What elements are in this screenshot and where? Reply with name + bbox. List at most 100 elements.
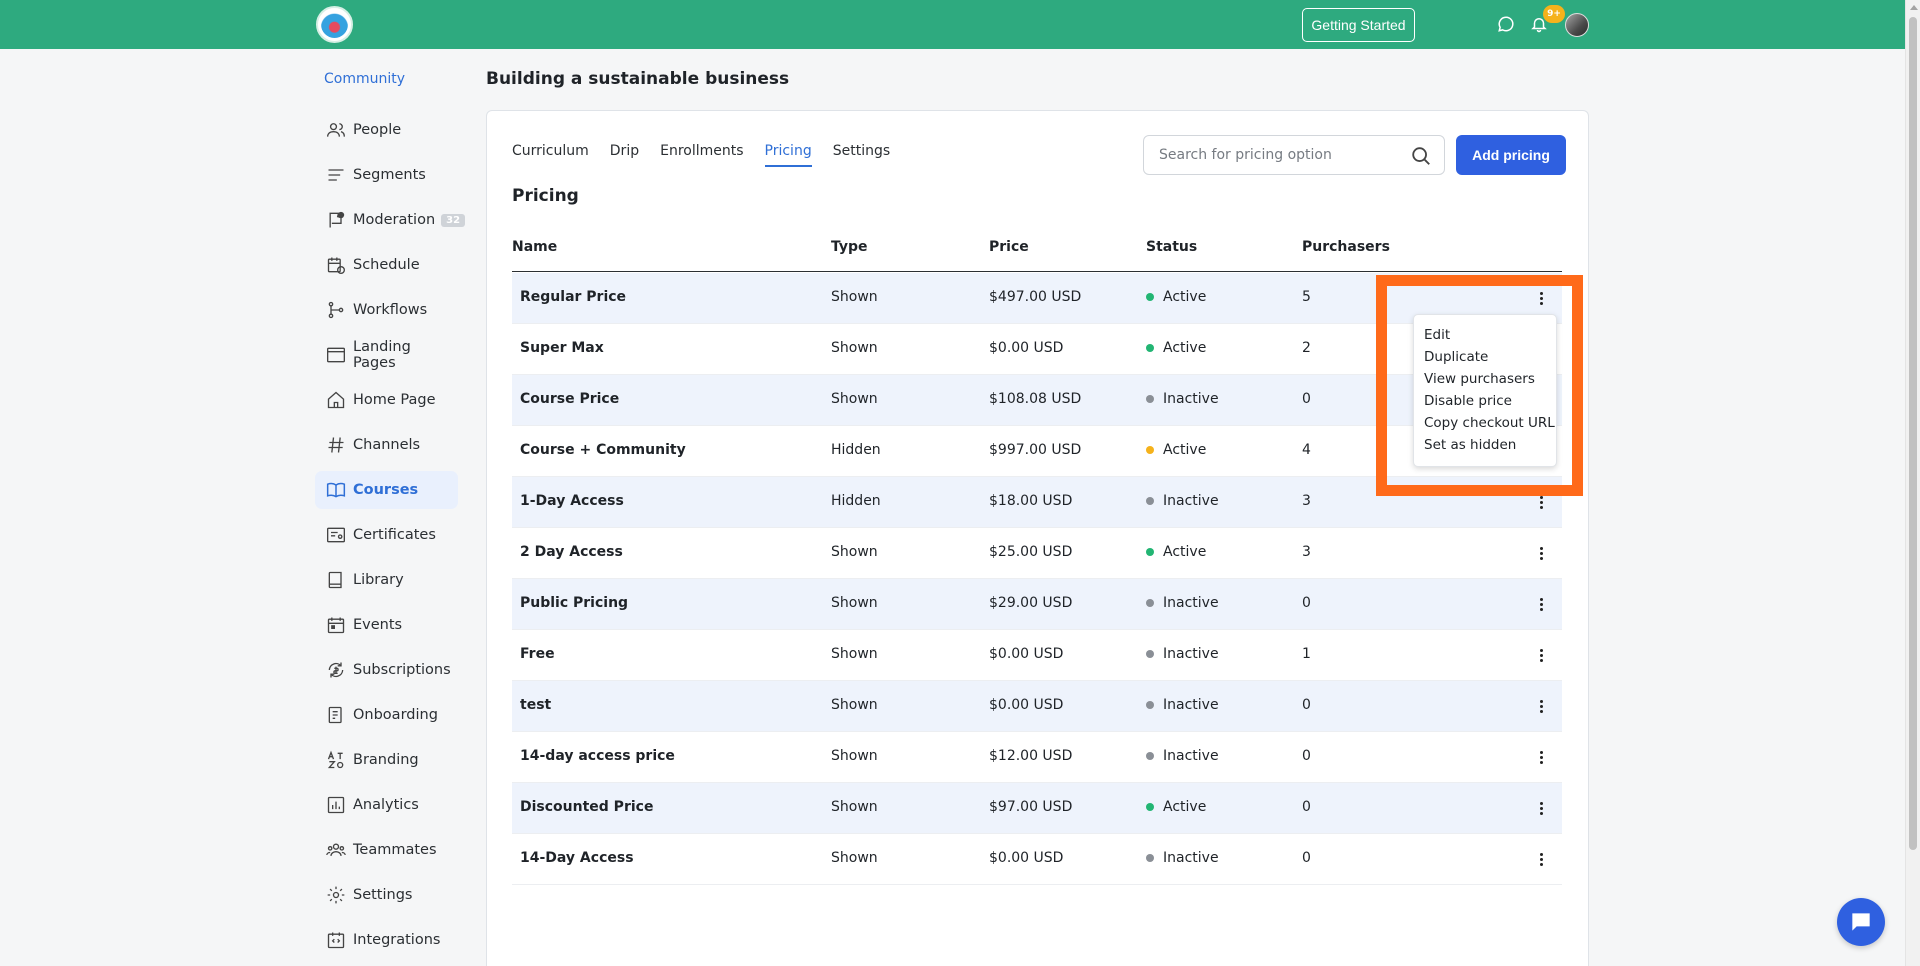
sidebar-item-schedule[interactable]: Schedule [315,246,458,284]
pricing-price: $29.00 USD [989,595,1073,611]
sidebar-item-library[interactable]: Library [315,561,458,599]
branding-icon [325,749,347,771]
sidebar-item-label: Channels [353,437,421,453]
pricing-purchasers: 0 [1302,595,1311,611]
sidebar-item-label: Branding [353,752,419,768]
sidebar-item-home-page[interactable]: Home Page [315,381,458,419]
pricing-purchasers: 0 [1302,391,1311,407]
pricing-purchasers: 4 [1302,442,1311,458]
table-row[interactable]: Public Pricing Shown $29.00 USD 0 Inactive [512,579,1562,630]
menu-item-view-purchasers[interactable]: View purchasers [1414,368,1556,390]
status-text: Inactive [1163,850,1219,866]
status-text: Inactive [1163,493,1219,509]
pricing-type: Shown [831,748,878,764]
more-options-icon[interactable] [1533,542,1549,564]
pricing-price: $25.00 USD [989,544,1073,560]
column-header-price: Price [989,239,1029,255]
status-dot-icon [1146,548,1154,556]
sidebar-item-landing-pages[interactable]: Landing Pages [315,336,458,374]
pricing-type: Shown [831,697,878,713]
status-dot-icon [1146,854,1154,862]
table-row[interactable]: test Shown $0.00 USD 0 Inactive [512,681,1562,732]
pricing-name: 14-Day Access [520,850,634,866]
pricing-name: Super Max [520,340,604,356]
table-row[interactable]: Free Shown $0.00 USD 1 Inactive [512,630,1562,681]
sidebar-item-label: Settings [353,887,413,903]
tab-pricing[interactable]: Pricing [764,143,812,167]
menu-item-copy-checkout-url[interactable]: Copy checkout URL [1414,412,1556,434]
pricing-type: Shown [831,391,878,407]
sidebar-item-segments[interactable]: Segments [315,156,458,194]
sidebar-item-integrations[interactable]: Integrations [315,921,458,959]
add-pricing-button[interactable]: Add pricing [1456,135,1566,175]
sidebar-item-label: Landing Pages [353,339,411,371]
sidebar: Community People Segments Moderation 32 Sche… [315,49,466,966]
tab-curriculum[interactable]: Curriculum [512,143,589,167]
pricing-price: $97.00 USD [989,799,1073,815]
search-input[interactable] [1159,147,1399,163]
avatar[interactable] [1565,13,1589,37]
search-icon[interactable] [1410,145,1432,167]
pricing-price: $108.08 USD [989,391,1082,407]
getting-started-button[interactable]: Getting Started [1302,8,1415,42]
sidebar-item-people[interactable]: People [315,111,458,149]
table-row[interactable]: 14-Day Access Shown $0.00 USD 0 Inactive [512,834,1562,885]
sidebar-item-branding[interactable]: Branding [315,741,458,779]
subscriptions-icon [325,659,347,681]
chat-bubble-icon[interactable] [1496,14,1516,34]
more-options-icon[interactable] [1533,593,1549,615]
top-bar: Getting Started 9+ [0,0,1905,49]
pricing-name: Free [520,646,555,662]
menu-item-disable-price[interactable]: Disable price [1414,390,1556,412]
table-row[interactable]: 14-day access price Shown $12.00 USD 0 Inact… [512,732,1562,783]
pricing-price: $497.00 USD [989,289,1082,305]
community-logo[interactable] [316,6,353,43]
sidebar-item-label: Segments [353,167,426,183]
pricing-purchasers: 3 [1302,493,1311,509]
sidebar-item-onboarding[interactable]: Onboarding [315,696,458,734]
sidebar-item-settings[interactable]: Settings [315,876,458,914]
sidebar-item-courses[interactable]: Courses [315,471,458,509]
course-tabs: Curriculum Drip Enrollments Pricing Sett… [512,143,911,167]
table-row[interactable]: 2 Day Access Shown $25.00 USD 3 Active [512,528,1562,579]
tab-settings[interactable]: Settings [833,143,890,167]
more-options-icon[interactable] [1533,848,1549,870]
tab-drip[interactable]: Drip [610,143,639,167]
more-options-icon[interactable] [1533,797,1549,819]
scrollbar-thumb[interactable] [1909,17,1917,850]
menu-item-set-as-hidden[interactable]: Set as hidden [1414,434,1556,456]
more-options-icon[interactable] [1533,695,1549,717]
menu-item-duplicate[interactable]: Duplicate [1414,346,1556,368]
scroll-up-arrow-icon[interactable] [1910,5,1918,10]
table-row[interactable]: Discounted Price Shown $97.00 USD 0 Active [512,783,1562,834]
sidebar-item-label: Events [353,617,403,633]
community-link[interactable]: Community [324,71,405,87]
more-options-icon[interactable] [1533,644,1549,666]
pricing-price: $0.00 USD [989,340,1064,356]
tab-enrollments[interactable]: Enrollments [660,143,743,167]
sidebar-item-label: Integrations [353,932,441,948]
sidebar-item-events[interactable]: Events [315,606,458,644]
status-text: Active [1163,799,1207,815]
more-options-icon[interactable] [1533,746,1549,768]
sidebar-item-analytics[interactable]: Analytics [315,786,458,824]
sidebar-item-label: Onboarding [353,707,438,723]
status-text: Active [1163,289,1207,305]
sidebar-item-label: Workflows [353,302,428,318]
teammates-icon [325,839,347,861]
sidebar-item-label: Teammates [353,842,437,858]
sidebar-item-subscriptions[interactable]: Subscriptions [315,651,458,689]
support-chat-button[interactable] [1837,898,1885,946]
sidebar-item-workflows[interactable]: Workflows [315,291,458,329]
table-header: Name Type Price Status Purchasers [512,227,1562,272]
menu-item-edit[interactable]: Edit [1414,324,1556,346]
pricing-type: Shown [831,799,878,815]
sidebar-item-channels[interactable]: Channels [315,426,458,464]
sidebar-item-moderation[interactable]: Moderation 32 [315,201,466,239]
pricing-name: 1-Day Access [520,493,624,509]
notifications-badge: 9+ [1543,5,1565,23]
sidebar-item-teammates[interactable]: Teammates [315,831,458,869]
sidebar-item-certificates[interactable]: Certificates [315,516,458,554]
page-scrollbar[interactable] [1905,0,1920,966]
pricing-name: Public Pricing [520,595,629,611]
